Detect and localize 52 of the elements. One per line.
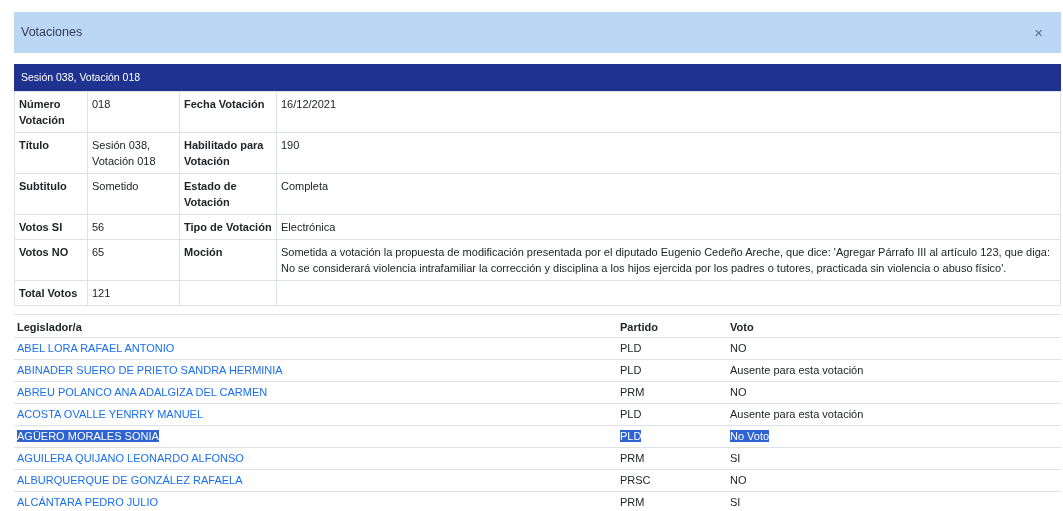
field-label: Fecha Votación <box>179 91 277 133</box>
legislator-link[interactable]: ALCÁNTARA PEDRO JULIO <box>17 496 158 509</box>
field-label: Tipo de Votación <box>179 214 277 240</box>
vote-cell: SI <box>730 496 741 509</box>
vote-cell: No Voto <box>730 430 770 442</box>
field-label: Número Votación <box>14 91 88 133</box>
party-cell: PLD <box>620 364 642 376</box>
field-label: Total Votos <box>14 280 88 306</box>
vote-cell: NO <box>730 474 747 486</box>
column-header: Partido <box>620 321 658 333</box>
legislator-link[interactable]: ALBURQUERQUE DE GONZÁLEZ RAFAELA <box>17 474 243 486</box>
legislator-link[interactable]: ABREU POLANCO ANA ADALGIZA DEL CARMEN <box>17 386 268 398</box>
field-label: Título <box>14 132 88 174</box>
legislator-link[interactable]: AGÜERO MORALES SONIA <box>17 430 159 442</box>
vote-cell: NO <box>730 342 747 354</box>
column-header: Legislador/a <box>17 321 82 333</box>
field-value: Electrónica <box>276 214 1061 240</box>
field-value: Sometida a votación la propuesta de modificación presentada por el diputado Eugenio Cedeño Areche, que dice: 'Agregar Párrafo III al artículo 123, que diga: No se considerará violencia intrafamiliar la corrección y disciplina a los hijos ejercida por los padres o tutores, practicada sin violencia o abuso físico'. <box>276 239 1061 281</box>
field-label: Estado de Votación <box>179 173 277 215</box>
field-value: 16/12/2021 <box>276 91 1061 133</box>
legislator-link[interactable]: AGUILERA QUIJANO LEONARDO ALFONSO <box>17 452 244 464</box>
field-value: 56 <box>87 214 180 240</box>
party-cell: PRM <box>620 452 645 464</box>
vote-cell: SI <box>730 452 741 464</box>
vote-cell: Ausente para esta votación <box>730 364 864 376</box>
vote-cell: NO <box>730 386 747 398</box>
field-value: 190 <box>276 132 1061 174</box>
party-cell: PRSC <box>620 474 651 486</box>
field-value: 121 <box>87 280 180 306</box>
field-label: Votos SI <box>14 214 88 240</box>
party-cell: PRM <box>620 386 645 398</box>
dialog-title: Votaciones <box>21 24 83 42</box>
field-value: Sesión 038, Votación 018 <box>87 132 180 174</box>
field-value: Completa <box>276 173 1061 215</box>
close-button[interactable]: × <box>1034 25 1043 40</box>
panel-title: Sesión 038, Votación 018 <box>21 69 141 85</box>
field-value: 65 <box>87 239 180 281</box>
party-cell: PLD <box>620 342 642 354</box>
field-value: 018 <box>87 91 180 133</box>
party-cell: PRM <box>620 496 645 509</box>
field-value: Sometido <box>87 173 180 215</box>
party-cell: PLD <box>620 430 642 442</box>
legislator-link[interactable]: ACOSTA OVALLE YENRRY MANUEL <box>17 408 204 420</box>
field-label: Moción <box>179 239 277 281</box>
field-label: Votos NO <box>14 239 88 281</box>
field-label: Habilitado para Votación <box>179 132 277 174</box>
vote-cell: Ausente para esta votación <box>730 408 864 420</box>
field-label: Subtitulo <box>14 173 88 215</box>
party-cell: PLD <box>620 408 642 420</box>
legislator-link[interactable]: ABINADER SUERO DE PRIETO SANDRA HERMINIA <box>17 364 283 376</box>
column-header: Voto <box>730 321 754 333</box>
legislator-link[interactable]: ABEL LORA RAFAEL ANTONIO <box>17 342 175 354</box>
